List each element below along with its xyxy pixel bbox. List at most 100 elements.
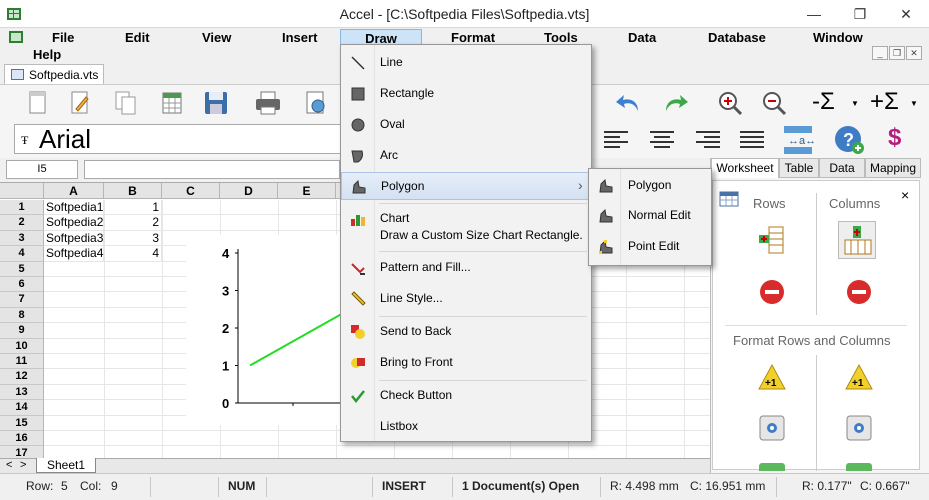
row-header[interactable]: 16	[0, 431, 44, 447]
row-header[interactable]: 7	[0, 292, 44, 308]
menu-view[interactable]: View	[196, 29, 237, 46]
save-icon[interactable]	[202, 89, 230, 117]
increase-column-width-icon[interactable]: +1	[844, 363, 874, 393]
row-header[interactable]: 17	[0, 446, 44, 458]
formula-input[interactable]	[84, 160, 340, 179]
sum-add-dropdown-icon[interactable]: ▼	[910, 99, 918, 108]
new-file-icon[interactable]	[24, 89, 52, 117]
menu-item-pattern-fill[interactable]: Pattern and Fill...	[341, 254, 591, 282]
tab-mapping[interactable]: Mapping	[865, 158, 921, 178]
spreadsheet-icon[interactable]	[158, 89, 186, 117]
cell-b3[interactable]: 3	[104, 230, 162, 247]
copy-icon[interactable]	[112, 89, 140, 117]
insert-column-icon[interactable]	[838, 221, 876, 259]
menu-window[interactable]: Window	[807, 29, 869, 46]
mdi-close-button[interactable]: ✕	[906, 46, 922, 60]
mdi-minimize-button[interactable]: _	[872, 46, 888, 60]
menu-item-check-button[interactable]: Check Button	[341, 382, 591, 410]
menu-item-polygon[interactable]: Polygon ›	[341, 172, 591, 200]
restore-button[interactable]: ❐	[837, 0, 883, 28]
autosum-dropdown-icon[interactable]: ▼	[851, 99, 859, 108]
menu-item-line[interactable]: Line	[341, 49, 591, 77]
row-header[interactable]: 6	[0, 277, 44, 293]
submenu-item-normal-edit[interactable]: Normal Edit	[589, 202, 711, 230]
currency-icon[interactable]: $	[888, 124, 916, 152]
row-header[interactable]: 2	[0, 215, 44, 231]
menu-item-rectangle[interactable]: Rectangle	[341, 80, 591, 108]
row-header[interactable]: 11	[0, 354, 44, 370]
align-right-icon[interactable]	[694, 126, 722, 154]
row-header[interactable]: 8	[0, 307, 44, 324]
menu-item-send-to-back[interactable]: Send to Back	[341, 318, 591, 346]
document-tab[interactable]: Softpedia.vts	[4, 64, 104, 84]
edit-file-icon[interactable]	[66, 89, 94, 117]
menu-item-chart[interactable]: Chart Draw a Custom Size Chart Rectangle…	[341, 207, 591, 247]
name-box[interactable]: I5	[6, 160, 78, 179]
close-button[interactable]: ✕	[883, 0, 929, 28]
menu-edit[interactable]: Edit	[119, 29, 156, 46]
menu-item-bring-to-front[interactable]: Bring to Front	[341, 349, 591, 377]
sum-add-icon[interactable]: +Σ	[870, 89, 899, 117]
column-action-icon[interactable]	[846, 463, 872, 471]
sheet-next-button[interactable]: >	[20, 459, 26, 471]
tab-worksheet[interactable]: Worksheet	[711, 158, 779, 178]
zoom-in-icon[interactable]	[716, 89, 744, 117]
undo-icon[interactable]	[614, 89, 642, 117]
row-header[interactable]: 14	[0, 400, 44, 416]
row-header[interactable]: 5	[0, 261, 44, 277]
row-header[interactable]: 9	[0, 323, 44, 339]
select-all-corner[interactable]	[0, 183, 44, 199]
menu-item-listbox[interactable]: Listbox	[341, 413, 591, 441]
tab-data[interactable]: Data	[819, 158, 865, 178]
align-left-icon[interactable]	[602, 126, 630, 154]
sheet-tab[interactable]: Sheet1	[36, 458, 96, 473]
menu-data[interactable]: Data	[622, 29, 662, 46]
menu-item-oval[interactable]: Oval	[341, 111, 591, 139]
submenu-item-point-edit[interactable]: Point Edit	[589, 233, 711, 261]
font-name-select[interactable]: Ŧ Arial	[14, 124, 344, 154]
minimize-button[interactable]: —	[791, 0, 837, 28]
row-height-icon[interactable]	[757, 413, 787, 443]
row-action-icon[interactable]	[759, 463, 785, 471]
menu-item-arc[interactable]: Arc	[341, 142, 591, 170]
sheet-prev-button[interactable]: <	[6, 459, 12, 471]
menu-file[interactable]: File	[46, 29, 80, 46]
redo-icon[interactable]	[662, 89, 690, 117]
help-icon[interactable]: ?	[834, 124, 866, 154]
align-center-icon[interactable]	[648, 126, 676, 154]
merge-cells-icon[interactable]: ↔a↔	[782, 124, 816, 154]
column-header[interactable]: E	[278, 183, 336, 199]
row-header[interactable]: 1	[0, 200, 44, 216]
row-header[interactable]: 10	[0, 338, 44, 354]
cell-a1[interactable]: Softpedia1	[44, 200, 104, 216]
embedded-chart[interactable]: 4 3 2 1 0	[186, 235, 451, 425]
row-header[interactable]: 3	[0, 230, 44, 247]
increase-row-height-icon[interactable]: +1	[757, 363, 787, 393]
row-header[interactable]: 4	[0, 246, 44, 262]
column-header[interactable]: D	[220, 183, 278, 199]
insert-row-icon[interactable]	[757, 225, 787, 255]
cell-b1[interactable]: 1	[104, 200, 162, 216]
delete-row-icon[interactable]	[757, 277, 787, 307]
panel-close-icon[interactable]: ×	[901, 187, 909, 203]
column-header[interactable]: B	[104, 183, 162, 199]
document-icon[interactable]	[8, 30, 24, 44]
cell-b4[interactable]: 4	[104, 246, 162, 262]
row-header[interactable]: 13	[0, 384, 44, 401]
column-header[interactable]: A	[44, 183, 104, 199]
menu-help[interactable]: Help	[27, 46, 67, 63]
zoom-out-icon[interactable]	[760, 89, 788, 117]
cell-b2[interactable]: 2	[104, 215, 162, 231]
column-header[interactable]: C	[162, 183, 220, 199]
row-header[interactable]: 12	[0, 369, 44, 385]
mdi-restore-button[interactable]: ❐	[889, 46, 905, 60]
delete-column-icon[interactable]	[844, 277, 874, 307]
autosum-icon[interactable]: -Σ	[812, 89, 840, 117]
cell-a2[interactable]: Softpedia2	[44, 215, 104, 231]
menu-item-line-style[interactable]: Line Style...	[341, 285, 591, 313]
cell-a4[interactable]: Softpedia4	[44, 246, 104, 262]
justify-icon[interactable]	[738, 126, 766, 154]
submenu-item-polygon[interactable]: Polygon	[589, 172, 711, 200]
column-width-icon[interactable]	[844, 413, 874, 443]
print-icon[interactable]	[254, 89, 282, 117]
